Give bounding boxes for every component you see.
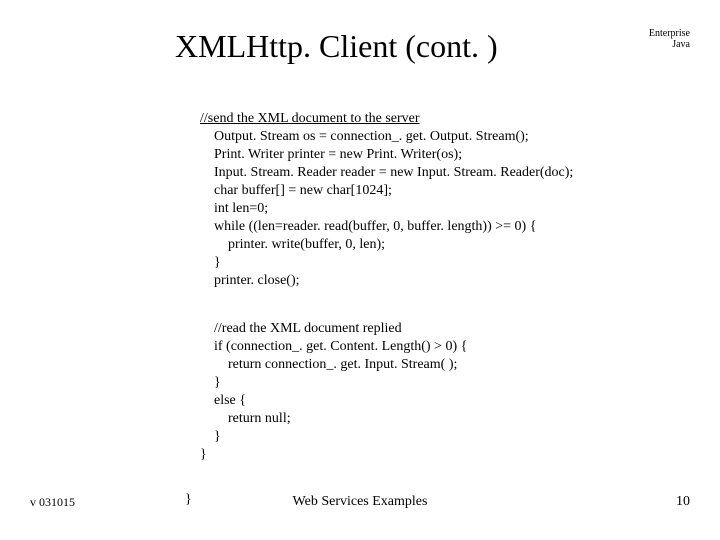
code-line: if (connection_. get. Content. Length() … (200, 339, 467, 354)
code-line: char buffer[] = new char[1024]; (200, 183, 392, 198)
code-line: Output. Stream os = connection_. get. Ou… (200, 129, 529, 144)
code-line: while ((len=reader. read(buffer, 0, buff… (200, 219, 536, 234)
code-line: Print. Writer printer = new Print. Write… (200, 147, 462, 162)
code-line: return connection_. get. Input. Stream( … (200, 357, 457, 372)
code-line: //read the XML document replied (200, 321, 402, 336)
code-line: printer. close(); (200, 273, 300, 288)
code-line: } (200, 429, 221, 444)
code-line: Input. Stream. Reader reader = new Input… (200, 165, 573, 180)
code-line: int len=0; (200, 201, 268, 216)
code-line: else { (200, 393, 246, 408)
footer-title: Web Services Examples (0, 494, 720, 510)
code-line: return null; (200, 411, 291, 426)
code-line: } (200, 447, 207, 462)
page-title: XMLHttp. Client (cont. ) (175, 28, 498, 65)
header-line1: Enterprise (649, 28, 690, 39)
footer-page-number: 10 (676, 494, 690, 510)
code-line: } (200, 375, 221, 390)
header-line2: Java (672, 39, 690, 50)
code-block-read: //read the XML document replied if (conn… (200, 320, 467, 464)
code-line: printer. write(buffer, 0, len); (200, 237, 385, 252)
header-label: Enterprise Java (649, 28, 690, 50)
code-block-send: //send the XML document to the server Ou… (200, 110, 573, 290)
slide: Enterprise Java XMLHttp. Client (cont. )… (0, 0, 720, 540)
code-line: //send the XML document to the server (200, 111, 420, 126)
code-line: } (200, 255, 221, 270)
